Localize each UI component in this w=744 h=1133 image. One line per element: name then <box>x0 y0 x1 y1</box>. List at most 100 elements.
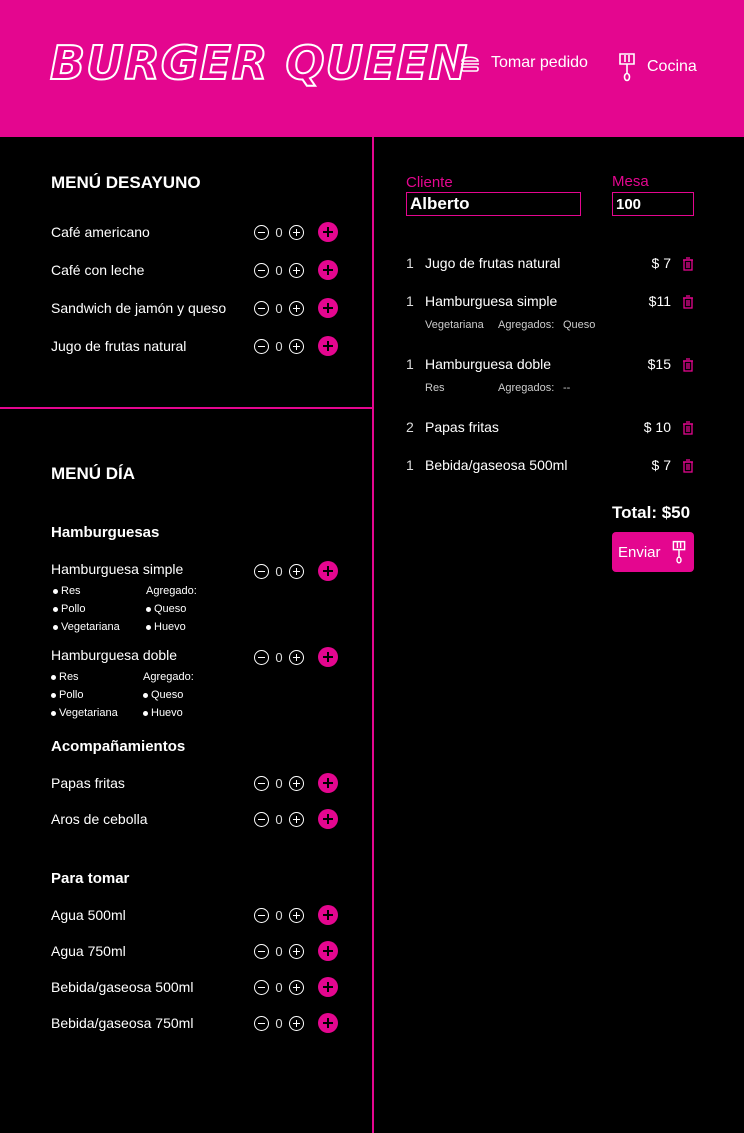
quantity-value: 0 <box>275 943 283 959</box>
order-line-qty: 1 <box>406 356 414 372</box>
sides-heading: Acompañamientos <box>51 738 186 755</box>
menu-divider <box>0 407 372 409</box>
option-label: Pollo <box>61 603 86 615</box>
nav-take-order[interactable]: Tomar pedido <box>459 52 588 74</box>
increase-button[interactable] <box>289 811 304 827</box>
option-res[interactable]: Res <box>53 582 120 600</box>
add-to-order-button[interactable] <box>318 941 338 961</box>
nav-kitchen[interactable]: Cocina <box>617 52 697 82</box>
increase-button[interactable] <box>289 1015 304 1031</box>
add-to-order-button[interactable] <box>318 905 338 925</box>
add-to-order-button[interactable] <box>318 222 338 242</box>
increase-button[interactable] <box>289 338 304 354</box>
increase-button[interactable] <box>289 262 304 278</box>
increase-button[interactable] <box>289 649 304 665</box>
option-label: Res <box>59 671 79 683</box>
decrease-button[interactable] <box>254 338 269 354</box>
quantity-value: 0 <box>275 338 283 354</box>
increase-button[interactable] <box>289 224 304 240</box>
table-input[interactable] <box>612 192 694 216</box>
order-line-type: Vegetariana <box>425 319 484 331</box>
spatula-icon <box>672 540 685 564</box>
burger-extras-options: Agregado: Queso Huevo <box>143 668 194 722</box>
option-label: Pollo <box>59 689 84 701</box>
table-label: Mesa <box>612 173 649 190</box>
increase-button[interactable] <box>289 300 304 316</box>
increase-button[interactable] <box>289 943 304 959</box>
quantity-value: 0 <box>275 979 283 995</box>
add-to-order-button[interactable] <box>318 809 338 829</box>
trash-icon[interactable] <box>682 421 694 435</box>
trash-icon[interactable] <box>682 358 694 372</box>
add-to-order-button[interactable] <box>318 298 338 318</box>
decrease-button[interactable] <box>254 300 269 316</box>
quantity-stepper: 0 <box>254 221 340 243</box>
option-label: Huevo <box>151 707 183 719</box>
extras-label: Agregado: <box>143 671 194 683</box>
order-line-price: $ 10 <box>643 419 671 435</box>
option-pollo[interactable]: Pollo <box>51 686 118 704</box>
quantity-stepper: 0 <box>254 560 340 582</box>
bullet-icon <box>53 588 58 594</box>
bullet-icon <box>146 624 151 630</box>
client-input[interactable] <box>406 192 581 216</box>
trash-icon[interactable] <box>682 295 694 309</box>
add-to-order-button[interactable] <box>318 260 338 280</box>
option-label: Vegetariana <box>59 707 118 719</box>
option-huevo[interactable]: Huevo <box>146 618 197 636</box>
burger-type-options: Res Pollo Vegetariana <box>51 668 118 722</box>
increase-button[interactable] <box>289 979 304 995</box>
order-line-name: Bebida/gaseosa 500ml <box>425 457 568 473</box>
burger-type-options: Res Pollo Vegetariana <box>53 582 120 636</box>
decrease-button[interactable] <box>254 649 269 665</box>
increase-button[interactable] <box>289 907 304 923</box>
add-to-order-button[interactable] <box>318 647 338 667</box>
option-vegetariana[interactable]: Vegetariana <box>51 704 118 722</box>
bullet-icon <box>51 674 56 680</box>
increase-button[interactable] <box>289 563 304 579</box>
decrease-button[interactable] <box>254 907 269 923</box>
option-pollo[interactable]: Pollo <box>53 600 120 618</box>
decrease-button[interactable] <box>254 811 269 827</box>
order-total: Total: $50 <box>612 503 691 522</box>
add-to-order-button[interactable] <box>318 336 338 356</box>
option-res[interactable]: Res <box>51 668 118 686</box>
option-queso[interactable]: Queso <box>146 600 197 618</box>
menu-item: Café americano 0 <box>51 221 341 243</box>
order-line-name: Papas fritas <box>425 419 499 435</box>
quantity-stepper: 0 <box>254 259 340 281</box>
quantity-value: 0 <box>275 811 283 827</box>
option-queso[interactable]: Queso <box>143 686 194 704</box>
add-to-order-button[interactable] <box>318 773 338 793</box>
order-line-extras-label: Agregados: <box>498 319 555 331</box>
menu-item: Agua 750ml 0 <box>51 940 341 962</box>
menu-item: Papas fritas 0 <box>51 772 341 794</box>
decrease-button[interactable] <box>254 943 269 959</box>
add-to-order-button[interactable] <box>318 977 338 997</box>
burgers-heading: Hamburguesas <box>51 524 160 541</box>
trash-icon[interactable] <box>682 257 694 271</box>
option-huevo[interactable]: Huevo <box>143 704 194 722</box>
decrease-button[interactable] <box>254 224 269 240</box>
quantity-stepper: 0 <box>254 808 340 830</box>
menu-item: Sandwich de jamón y queso 0 <box>51 297 341 319</box>
decrease-button[interactable] <box>254 775 269 791</box>
send-order-button[interactable]: Enviar <box>612 532 694 572</box>
decrease-button[interactable] <box>254 979 269 995</box>
decrease-button[interactable] <box>254 563 269 579</box>
decrease-button[interactable] <box>254 1015 269 1031</box>
burger-icon <box>461 56 479 72</box>
quantity-stepper: 0 <box>254 904 340 926</box>
menu-item: Agua 500ml 0 <box>51 904 341 926</box>
option-vegetariana[interactable]: Vegetariana <box>53 618 120 636</box>
breakfast-menu-title: MENÚ DESAYUNO <box>51 173 201 192</box>
burger-extras-options: Agregado: Queso Huevo <box>146 582 197 636</box>
trash-icon[interactable] <box>682 459 694 473</box>
increase-button[interactable] <box>289 775 304 791</box>
decrease-button[interactable] <box>254 262 269 278</box>
option-label: Queso <box>151 689 184 701</box>
add-to-order-button[interactable] <box>318 1013 338 1033</box>
order-line-qty: 2 <box>406 419 414 435</box>
add-to-order-button[interactable] <box>318 561 338 581</box>
order-line-extras: -- <box>563 382 571 394</box>
